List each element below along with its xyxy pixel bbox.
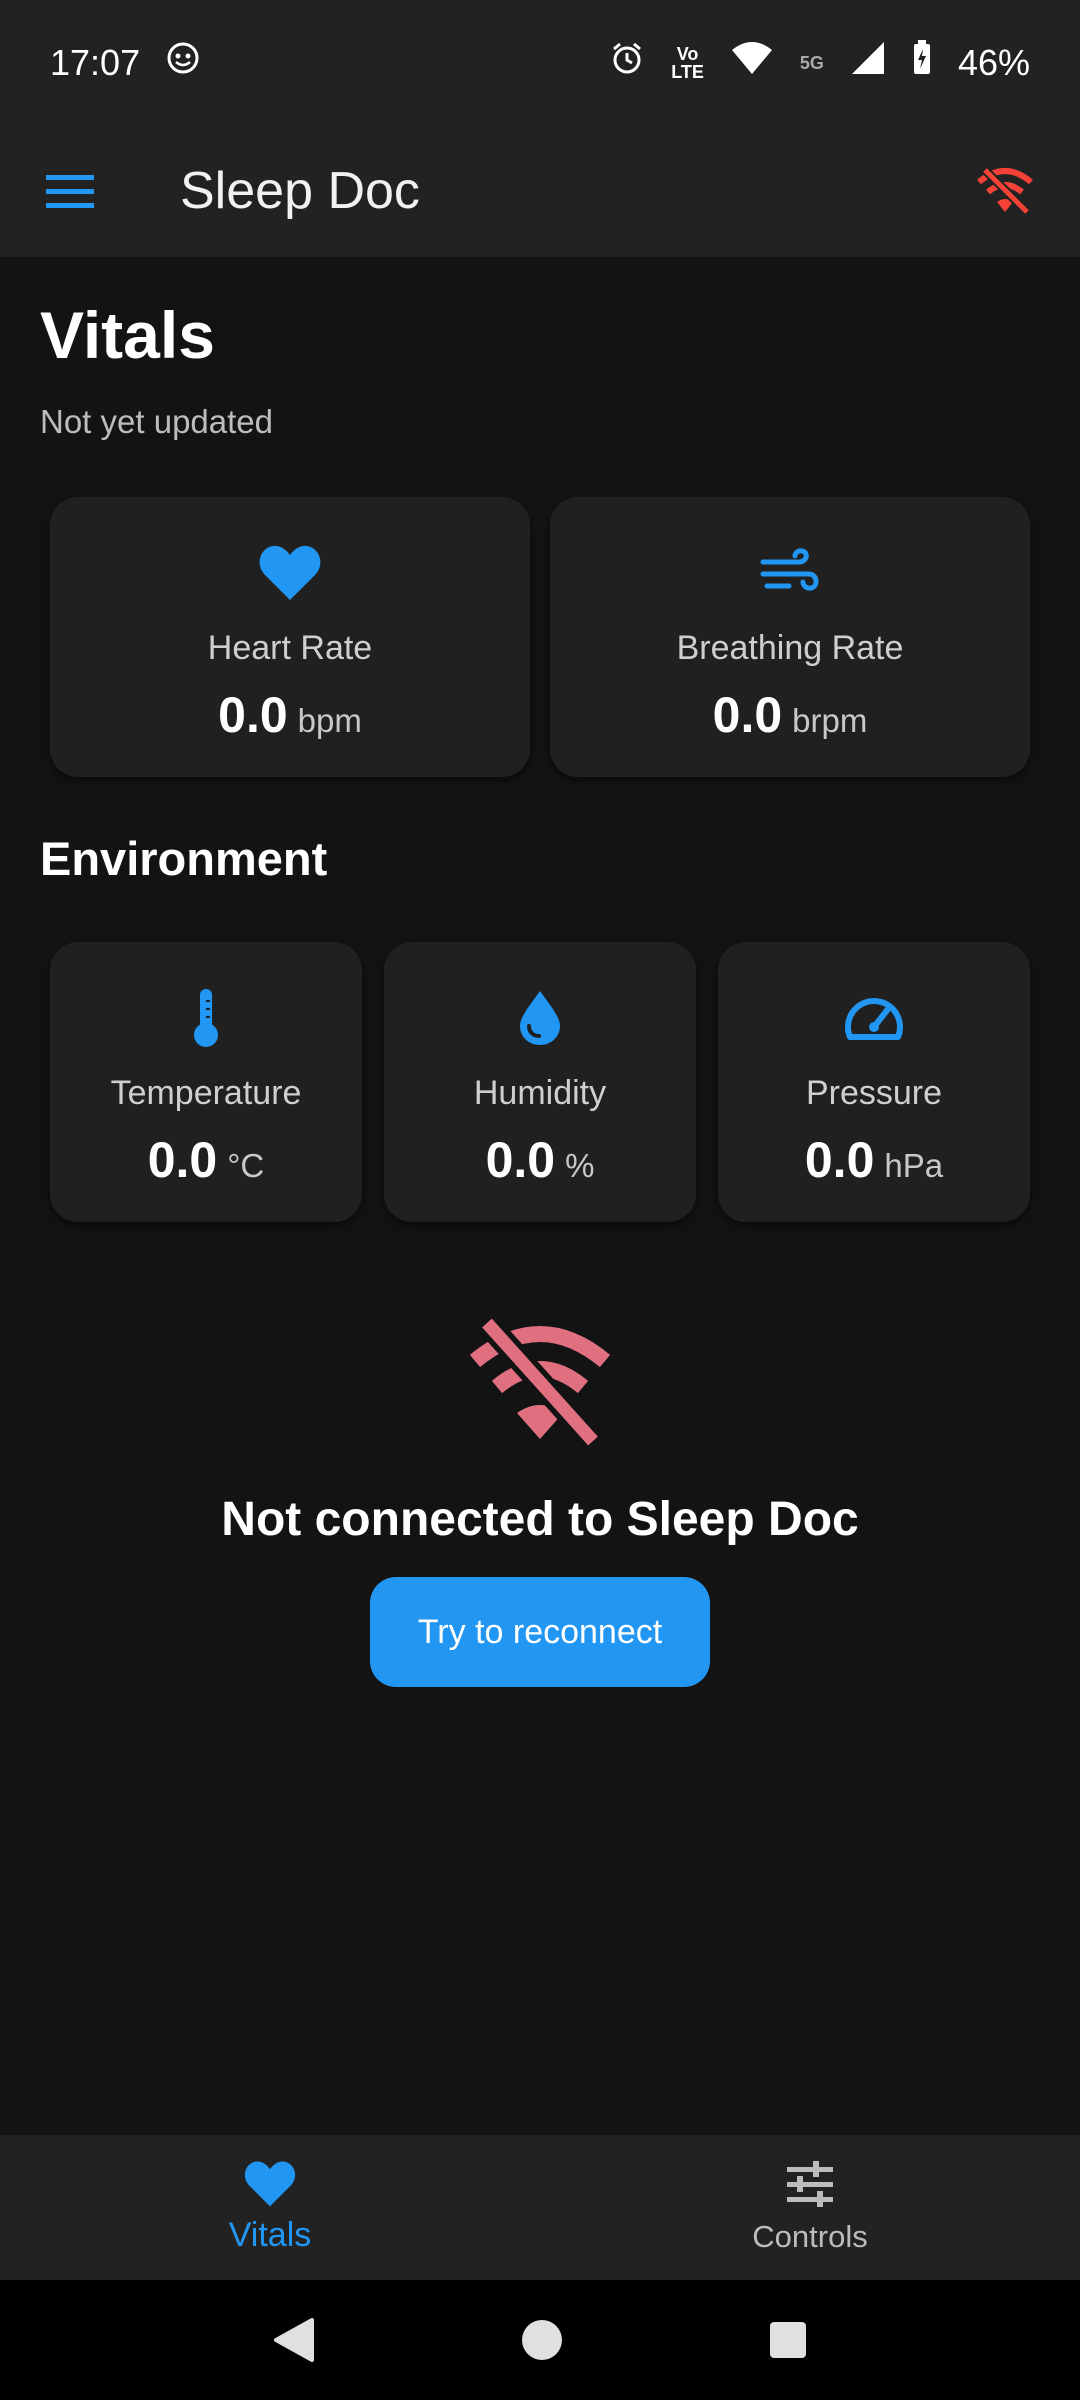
breathing-rate-card: Breathing Rate 0.0 brpm bbox=[550, 497, 1030, 777]
pressure-value: 0.0 bbox=[804, 1132, 875, 1188]
heart-rate-unit: bpm bbox=[297, 702, 362, 739]
humidity-value: 0.0 bbox=[485, 1132, 556, 1188]
volte-indicator: Vo LTE bbox=[671, 43, 704, 82]
heart-icon bbox=[259, 541, 321, 605]
breathing-rate-value: 0.0 bbox=[712, 687, 783, 743]
breathing-rate-label: Breathing Rate bbox=[676, 629, 904, 667]
wind-icon bbox=[759, 541, 821, 605]
heart-rate-value: 0.0 bbox=[218, 687, 288, 743]
heart-rate-label: Heart Rate bbox=[207, 629, 373, 667]
thermometer-icon bbox=[189, 986, 223, 1050]
app-title: Sleep Doc bbox=[180, 162, 420, 220]
vitals-subtitle: Not yet updated bbox=[40, 403, 273, 440]
pressure-unit: hPa bbox=[884, 1147, 944, 1184]
humidity-label: Humidity bbox=[473, 1074, 607, 1112]
menu-icon bbox=[46, 175, 94, 208]
temperature-card: Temperature 0.0 °C bbox=[50, 942, 362, 1222]
connection-status-button[interactable] bbox=[970, 156, 1040, 226]
wifi-off-icon bbox=[977, 166, 1033, 216]
disconnected-panel: Not connected to Sleep Doc Try to reconn… bbox=[0, 1314, 1080, 1687]
wifi-icon bbox=[730, 40, 774, 85]
signal-icon bbox=[850, 40, 886, 85]
battery-percent: 46% bbox=[957, 41, 1030, 83]
nav-item-vitals[interactable]: Vitals bbox=[0, 2135, 540, 2280]
bottom-navigation: Vitals Controls bbox=[0, 2135, 1080, 2280]
app-notification-icon bbox=[166, 41, 200, 84]
temperature-unit: °C bbox=[227, 1147, 265, 1184]
humidity-card: Humidity 0.0 % bbox=[384, 942, 696, 1222]
reconnect-button[interactable]: Try to reconnect bbox=[370, 1577, 710, 1687]
pressure-label: Pressure bbox=[805, 1074, 943, 1112]
water-drop-icon bbox=[516, 986, 564, 1050]
nav-label-vitals: Vitals bbox=[228, 2216, 312, 2254]
recents-icon[interactable] bbox=[768, 2320, 808, 2360]
not-connected-message: Not connected to Sleep Doc bbox=[221, 1493, 859, 1546]
status-time: 17:07 bbox=[50, 41, 141, 83]
heart-rate-card: Heart Rate 0.0 bpm bbox=[50, 497, 530, 777]
network-type: 5G bbox=[799, 52, 824, 73]
home-icon[interactable] bbox=[520, 2318, 564, 2362]
vitals-title: Vitals bbox=[40, 298, 215, 372]
system-navigation-bar bbox=[0, 2280, 1080, 2400]
tune-icon bbox=[787, 2160, 833, 2207]
nav-item-controls[interactable]: Controls bbox=[540, 2135, 1080, 2280]
battery-icon bbox=[912, 40, 932, 85]
wifi-off-icon bbox=[465, 1314, 615, 1452]
humidity-unit: % bbox=[565, 1147, 595, 1184]
temperature-label: Temperature bbox=[110, 1074, 302, 1112]
pressure-card: Pressure 0.0 hPa bbox=[718, 942, 1030, 1222]
alarm-icon bbox=[609, 40, 645, 85]
heart-icon bbox=[244, 2161, 296, 2207]
temperature-value: 0.0 bbox=[147, 1132, 218, 1188]
app-bar: Sleep Doc bbox=[0, 125, 1080, 257]
menu-button[interactable] bbox=[40, 161, 100, 221]
back-icon[interactable] bbox=[272, 2316, 316, 2364]
status-bar: 17:07 Vo LTE 5G 46% bbox=[0, 0, 1080, 125]
breathing-rate-unit: brpm bbox=[792, 702, 868, 739]
nav-label-controls: Controls bbox=[752, 2218, 868, 2254]
environment-title: Environment bbox=[40, 832, 328, 885]
speedometer-icon bbox=[843, 986, 905, 1050]
